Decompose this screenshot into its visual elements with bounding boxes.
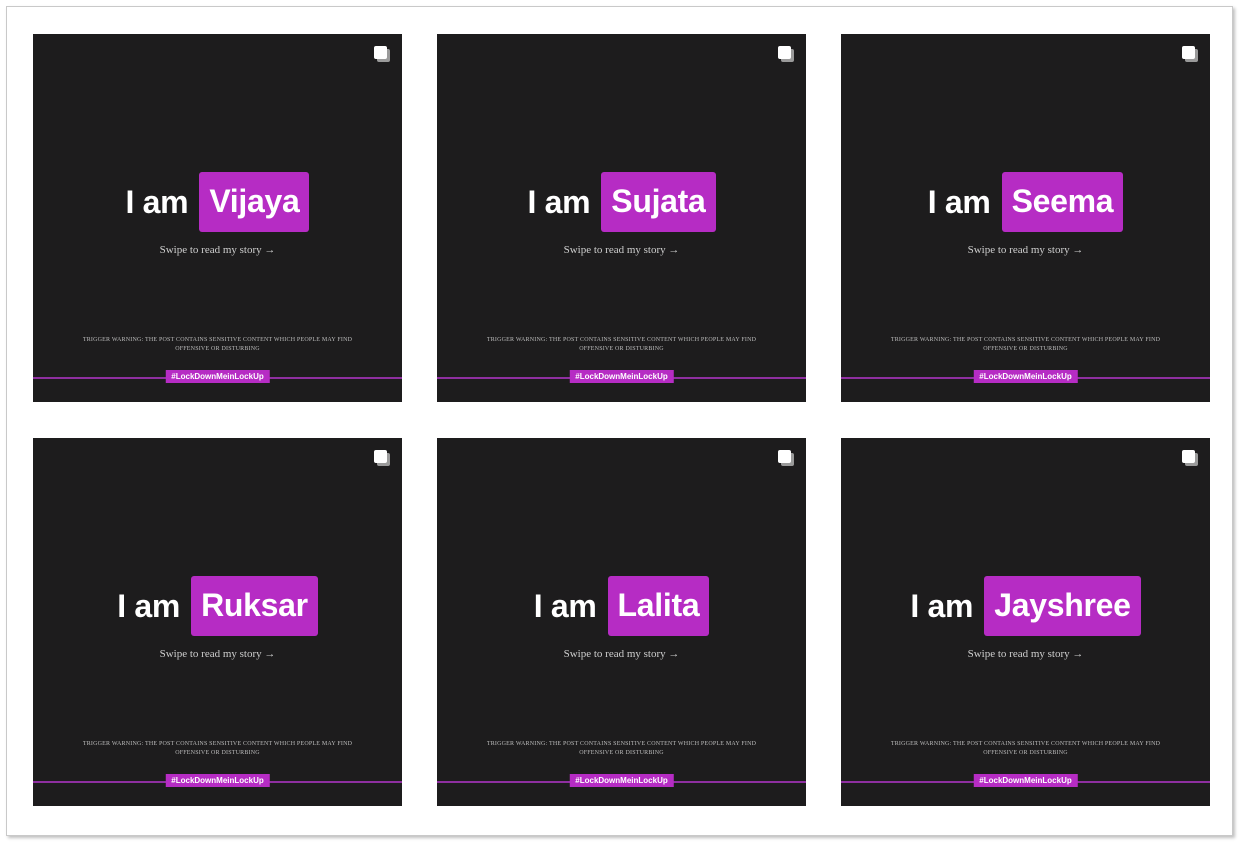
name-badge: Jayshree [984,576,1141,636]
headline: I am Jayshree [841,576,1210,636]
hashtag-badge: #LockDownMeinLockUp [973,370,1078,383]
swipe-prompt: Swipe to read my story → [563,648,680,660]
post-tile[interactable]: I am Sujata Swipe to read my story → Tri… [437,34,806,402]
iam-label: I am [125,183,189,220]
carousel-multiple-icon [374,46,390,62]
screenshot-frame: I am Vijaya Swipe to read my story → Tri… [6,6,1233,836]
post-tile[interactable]: I am Seema Swipe to read my story → Trig… [841,34,1210,402]
post-tile[interactable]: I am Vijaya Swipe to read my story → Tri… [33,34,402,402]
name-badge: Sujata [601,172,716,232]
post-tile[interactable]: I am Jayshree Swipe to read my story → T… [841,438,1210,806]
hashtag-badge: #LockDownMeinLockUp [165,774,270,787]
name-badge: Ruksar [191,576,318,636]
carousel-multiple-icon [374,450,390,466]
post-grid: I am Vijaya Swipe to read my story → Tri… [7,7,1232,835]
swipe-prompt: Swipe to read my story → [967,648,1084,660]
trigger-warning: Trigger warning: The post contains sensi… [890,337,1161,352]
headline: I am Seema [841,172,1210,232]
name-badge: Vijaya [199,172,310,232]
post-tile[interactable]: I am Lalita Swipe to read my story → Tri… [437,438,806,806]
swipe-prompt: Swipe to read my story → [159,244,276,256]
trigger-warning: Trigger warning: The post contains sensi… [82,741,353,756]
hashtag-badge: #LockDownMeinLockUp [569,774,674,787]
iam-label: I am [910,587,974,624]
swipe-prompt: Swipe to read my story → [563,244,680,256]
carousel-multiple-icon [1182,450,1198,466]
post-tile[interactable]: I am Ruksar Swipe to read my story → Tri… [33,438,402,806]
iam-label: I am [927,183,991,220]
headline: I am Lalita [437,576,806,636]
headline: I am Sujata [437,172,806,232]
swipe-prompt: Swipe to read my story → [159,648,276,660]
hashtag-badge: #LockDownMeinLockUp [569,370,674,383]
trigger-warning: Trigger warning: The post contains sensi… [890,741,1161,756]
carousel-multiple-icon [778,46,794,62]
swipe-prompt: Swipe to read my story → [967,244,1084,256]
trigger-warning: Trigger warning: The post contains sensi… [486,741,757,756]
headline: I am Vijaya [33,172,402,232]
name-badge: Seema [1001,172,1124,232]
iam-label: I am [527,183,591,220]
name-badge: Lalita [607,576,710,636]
headline: I am Ruksar [33,576,402,636]
hashtag-badge: #LockDownMeinLockUp [165,370,270,383]
carousel-multiple-icon [778,450,794,466]
trigger-warning: Trigger warning: The post contains sensi… [486,337,757,352]
iam-label: I am [533,587,597,624]
hashtag-badge: #LockDownMeinLockUp [973,774,1078,787]
iam-label: I am [117,587,181,624]
trigger-warning: Trigger warning: The post contains sensi… [82,337,353,352]
carousel-multiple-icon [1182,46,1198,62]
